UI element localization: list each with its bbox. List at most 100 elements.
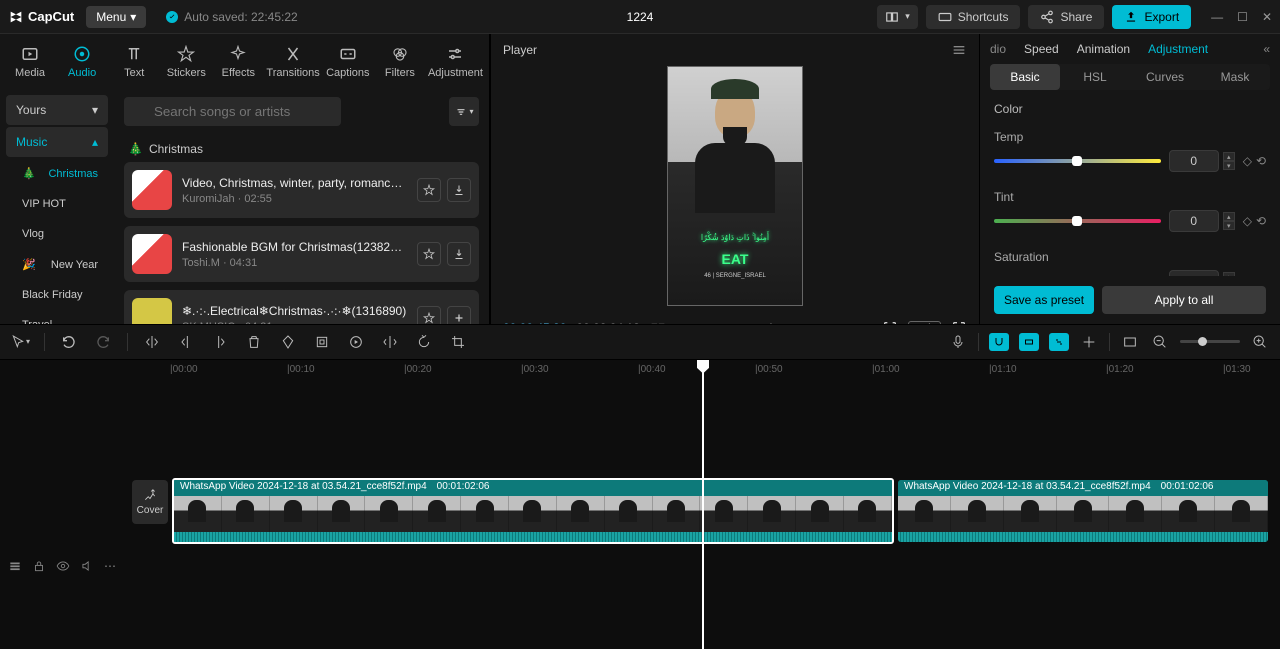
track-item[interactable]: Fashionable BGM for Christmas(1238227) T… bbox=[124, 226, 479, 282]
zoom-slider[interactable] bbox=[1180, 340, 1240, 343]
track-item[interactable]: ❄.·:·.Electrical❄Christmas·.·:·❄(1316890… bbox=[124, 290, 479, 324]
delete-button[interactable] bbox=[244, 332, 264, 352]
tab-effects[interactable]: Effects bbox=[212, 40, 264, 83]
sidebar-item-music[interactable]: Music▴ bbox=[6, 127, 108, 157]
rotate-button[interactable] bbox=[414, 332, 434, 352]
player-viewport[interactable]: أَمِنُوا ۚ ذَاتِ دَاوُدَ شُكْرًا EAT 46 … bbox=[491, 66, 979, 306]
crop-button[interactable] bbox=[448, 332, 468, 352]
layout-button[interactable]: ▾ bbox=[877, 5, 918, 29]
redo-button[interactable] bbox=[93, 332, 113, 352]
tab-stickers[interactable]: Stickers bbox=[160, 40, 212, 83]
marker-button[interactable] bbox=[278, 332, 298, 352]
subtab-hsl[interactable]: HSL bbox=[1060, 64, 1130, 90]
temp-up[interactable]: ▴ bbox=[1223, 152, 1235, 161]
magnet-main-button[interactable] bbox=[989, 333, 1009, 351]
minimize-icon[interactable]: — bbox=[1211, 10, 1223, 24]
sidebar-item-christmas[interactable]: 🎄Christmas bbox=[6, 159, 108, 188]
check-icon bbox=[166, 11, 178, 23]
prop-tab-audio[interactable]: dio bbox=[990, 42, 1006, 56]
split-right-button[interactable] bbox=[210, 332, 230, 352]
prop-tab-speed[interactable]: Speed bbox=[1024, 42, 1059, 56]
close-icon[interactable]: ✕ bbox=[1262, 10, 1272, 24]
tint-down[interactable]: ▾ bbox=[1223, 221, 1235, 230]
favorite-button[interactable] bbox=[417, 306, 441, 324]
subtab-mask[interactable]: Mask bbox=[1200, 64, 1270, 90]
freeze-button[interactable] bbox=[312, 332, 332, 352]
sidebar-item-newyear[interactable]: 🎉New Year bbox=[6, 250, 108, 279]
undo-button[interactable] bbox=[59, 332, 79, 352]
sidebar-item-vlog[interactable]: Vlog bbox=[6, 220, 108, 248]
keyframe-icon[interactable]: ◇ bbox=[1243, 214, 1252, 228]
magnet-track-button[interactable] bbox=[1019, 333, 1039, 351]
temp-slider[interactable] bbox=[994, 159, 1161, 163]
temp-down[interactable]: ▾ bbox=[1223, 161, 1235, 170]
eye-icon[interactable] bbox=[56, 559, 70, 573]
tab-captions[interactable]: Captions bbox=[322, 40, 374, 83]
color-section: Color bbox=[994, 102, 1266, 116]
timeline[interactable]: |00:00|00:10|00:20|00:30|00:40|00:50|01:… bbox=[0, 360, 1280, 649]
more-icon[interactable]: ⋯ bbox=[104, 559, 116, 573]
temp-value[interactable]: 0 bbox=[1169, 150, 1219, 172]
prop-tab-animation[interactable]: Animation bbox=[1077, 42, 1130, 56]
save-preset-button[interactable]: Save as preset bbox=[994, 286, 1094, 314]
favorite-button[interactable] bbox=[417, 178, 441, 202]
shortcuts-button[interactable]: Shortcuts bbox=[926, 5, 1021, 29]
keyframe-icon[interactable]: ◇ bbox=[1243, 154, 1252, 168]
video-clip[interactable]: WhatsApp Video 2024-12-18 at 03.54.21_cc… bbox=[172, 478, 894, 544]
preview-axis-button[interactable] bbox=[1079, 332, 1099, 352]
tint-slider[interactable] bbox=[994, 219, 1161, 223]
chevron-up-icon: ▴ bbox=[92, 135, 98, 149]
select-tool[interactable]: ▾ bbox=[10, 332, 30, 352]
player-menu-icon[interactable] bbox=[951, 42, 967, 58]
clip-thumbs bbox=[174, 496, 892, 532]
sidebar-item-blackfriday[interactable]: Black Friday bbox=[6, 281, 108, 309]
cover-button[interactable]: Cover bbox=[132, 480, 168, 524]
sidebar-item-yours[interactable]: Yours▾ bbox=[6, 95, 108, 125]
collapse-icon[interactable]: « bbox=[1263, 42, 1270, 56]
titlebar: CapCut Menu ▾ Auto saved: 22:45:22 1224 … bbox=[0, 0, 1280, 34]
maximize-icon[interactable]: ☐ bbox=[1237, 10, 1248, 24]
split-left-button[interactable] bbox=[176, 332, 196, 352]
add-track-button[interactable] bbox=[447, 178, 471, 202]
search-input[interactable] bbox=[124, 97, 341, 126]
add-track-button[interactable] bbox=[447, 306, 471, 324]
split-button[interactable] bbox=[142, 332, 162, 352]
tab-media[interactable]: Media bbox=[4, 40, 56, 83]
video-clip[interactable]: WhatsApp Video 2024-12-18 at 03.54.21_cc… bbox=[898, 480, 1268, 542]
export-button[interactable]: Export bbox=[1112, 5, 1191, 29]
mirror-button[interactable] bbox=[380, 332, 400, 352]
share-button[interactable]: Share bbox=[1028, 5, 1104, 29]
tab-transitions[interactable]: Transitions bbox=[264, 40, 321, 83]
sidebar-item-viphot[interactable]: VIP HOT bbox=[6, 190, 108, 218]
playhead[interactable] bbox=[702, 364, 704, 649]
track-menu-icon[interactable] bbox=[8, 559, 22, 573]
mute-icon[interactable] bbox=[80, 559, 94, 573]
add-track-button[interactable] bbox=[447, 242, 471, 266]
subtab-basic[interactable]: Basic bbox=[990, 64, 1060, 90]
timeline-ruler[interactable]: |00:00|00:10|00:20|00:30|00:40|00:50|01:… bbox=[170, 360, 1280, 384]
tint-up[interactable]: ▴ bbox=[1223, 212, 1235, 221]
tab-filters[interactable]: Filters bbox=[374, 40, 426, 83]
document-title[interactable]: 1224 bbox=[627, 10, 654, 24]
zoom-in-button[interactable] bbox=[1250, 332, 1270, 352]
tab-adjustment[interactable]: Adjustment bbox=[426, 40, 485, 83]
reset-icon[interactable]: ⟲ bbox=[1256, 154, 1266, 168]
favorite-button[interactable] bbox=[417, 242, 441, 266]
tab-text[interactable]: Text bbox=[108, 40, 160, 83]
sidebar-item-travel[interactable]: Travel bbox=[6, 311, 108, 324]
reverse-button[interactable] bbox=[346, 332, 366, 352]
tint-value[interactable]: 0 bbox=[1169, 210, 1219, 232]
track-item[interactable]: Video, Christmas, winter, party, romance… bbox=[124, 162, 479, 218]
apply-all-button[interactable]: Apply to all bbox=[1102, 286, 1266, 314]
prop-tab-adjustment[interactable]: Adjustment bbox=[1148, 42, 1208, 56]
tab-audio[interactable]: Audio bbox=[56, 40, 108, 83]
link-toggle-button[interactable] bbox=[1049, 333, 1069, 351]
lock-icon[interactable] bbox=[32, 559, 46, 573]
mic-button[interactable] bbox=[948, 332, 968, 352]
reset-icon[interactable]: ⟲ bbox=[1256, 214, 1266, 228]
sort-button[interactable]: ▾ bbox=[449, 97, 479, 126]
zoom-out-button[interactable] bbox=[1150, 332, 1170, 352]
menu-button[interactable]: Menu ▾ bbox=[86, 6, 146, 28]
subtab-curves[interactable]: Curves bbox=[1130, 64, 1200, 90]
preview-toggle-button[interactable] bbox=[1120, 332, 1140, 352]
